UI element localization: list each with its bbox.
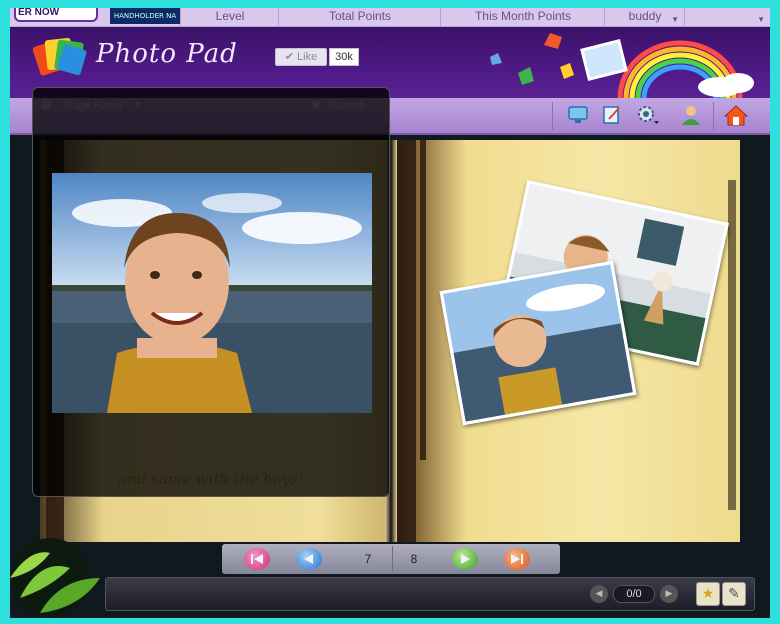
chevron-right-icon: ▶ (665, 589, 673, 599)
home-icon[interactable] (724, 104, 748, 126)
decorative-rainbow-icon (490, 33, 754, 98)
previous-page-icon (304, 554, 313, 564)
toolbar-divider (713, 102, 714, 130)
star-icon: ★ (701, 586, 715, 602)
page-navigation-bar: 7 8 (222, 544, 560, 574)
page-panel-header: ▦ Page Panel ▼ ▣ Publish (33, 88, 389, 124)
item-counter: 0/0 (613, 585, 655, 603)
page-panel-overlay[interactable]: ▦ Page Panel ▼ ▣ Publish and same with t… (32, 87, 390, 497)
favorite-star-button[interactable]: ★ (696, 582, 720, 606)
page-divider (392, 546, 393, 572)
paint-stroke (420, 140, 426, 460)
month-points-column: This Month Points (440, 8, 605, 26)
publish-icon[interactable]: ▣ (311, 98, 321, 111)
level-column: Level (180, 8, 279, 26)
app-frame: ER NOW HANDHOLDER NA Level Total Points … (10, 8, 770, 618)
boy-lake-large-image (52, 173, 372, 413)
first-page-icon (251, 554, 263, 564)
right-page-number: 8 (410, 552, 418, 566)
month-points-label: This Month Points (474, 9, 572, 23)
page-panel-icon[interactable]: ▦ (41, 98, 51, 111)
next-item-button[interactable]: ▶ (660, 585, 678, 603)
app-logo-text: Photo Pad (96, 39, 238, 69)
stats-bar: ER NOW HANDHOLDER NA Level Total Points … (10, 8, 770, 27)
like-count: 30k (329, 48, 359, 66)
last-page-icon (511, 554, 523, 564)
photo-boy-lake-large[interactable] (52, 173, 372, 413)
chevron-down-icon[interactable]: ▼ (133, 100, 141, 109)
next-page-icon (461, 554, 470, 564)
next-page-button[interactable] (452, 548, 478, 570)
extra-dropdown[interactable]: ▼ (684, 8, 770, 26)
buddy-dropdown[interactable]: buddy ▼ (604, 8, 685, 26)
chevron-left-icon: ◀ (595, 589, 603, 599)
page-panel-label[interactable]: Page Panel (65, 100, 122, 112)
toolbar-divider (552, 102, 553, 130)
prev-item-button[interactable]: ◀ (590, 585, 608, 603)
monitor-icon[interactable] (566, 104, 590, 126)
promo-button[interactable]: ER NOW (14, 8, 98, 22)
settings-icon[interactable] (636, 104, 660, 126)
level-label: Level (215, 9, 245, 23)
buddy-label: buddy (628, 9, 662, 23)
decorative-leaf-icon (10, 538, 100, 618)
bottom-control-bar: ◀ 0/0 ▶ ★ ✎ (105, 577, 755, 611)
boy-lake-small-image (443, 264, 633, 422)
page-caption: and same with the boys! (118, 470, 304, 488)
user-icon[interactable] (679, 104, 703, 126)
right-page[interactable] (390, 140, 740, 542)
notepad-icon: ✎ (728, 586, 740, 602)
like-label: Like (297, 51, 318, 63)
book-edit-icon[interactable] (600, 104, 624, 126)
last-page-button[interactable] (504, 548, 530, 570)
photo-boy-lake-small[interactable] (439, 260, 637, 426)
left-page-number: 7 (364, 552, 372, 566)
like-button[interactable]: ✔ Like (275, 48, 327, 66)
notes-button[interactable]: ✎ (722, 582, 746, 606)
site-badge: HANDHOLDER NA (110, 8, 180, 24)
photopad-logo-icon (32, 38, 87, 76)
paint-stroke (728, 180, 736, 510)
total-points-column: Total Points (278, 8, 441, 26)
chevron-down-icon: ▼ (757, 15, 765, 24)
chevron-down-icon: ▼ (671, 15, 679, 24)
total-points-label: Total Points (328, 9, 392, 23)
publish-label[interactable]: Publish (329, 100, 365, 112)
first-page-button[interactable] (244, 548, 270, 570)
previous-page-button[interactable] (296, 548, 322, 570)
